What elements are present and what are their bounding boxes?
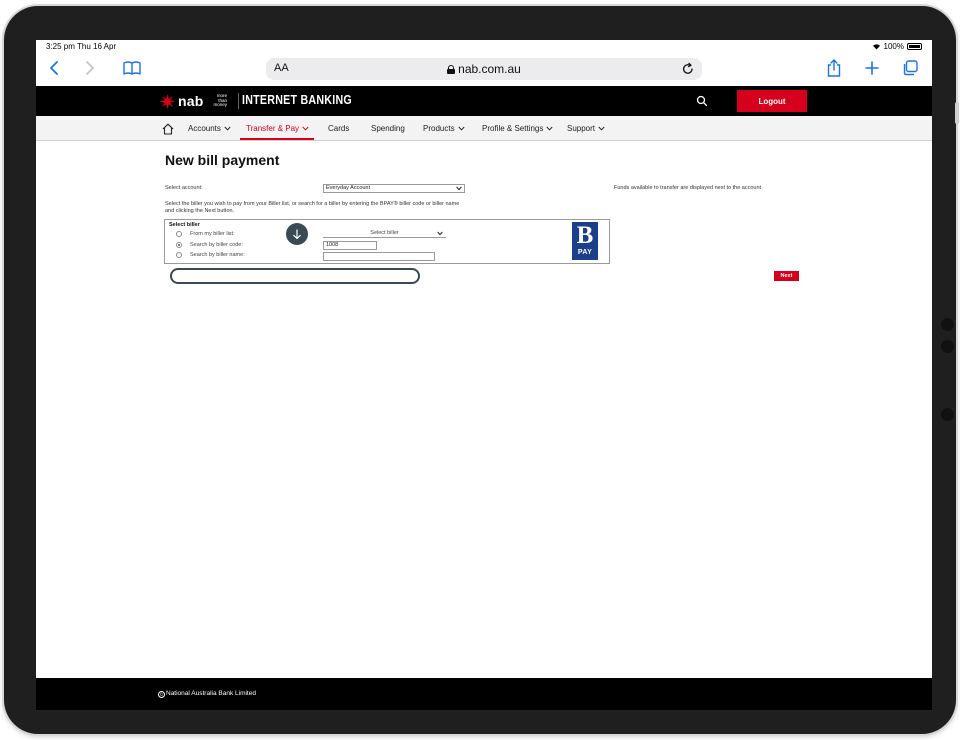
reload-icon[interactable]	[680, 61, 696, 77]
url-text: nab.com.au	[458, 62, 521, 76]
chevron-down-icon	[546, 126, 553, 131]
ipad-frame: 3:25 pm Thu 16 Apr 100% AA nab.com.au na…	[4, 6, 959, 734]
radio-label-biller-name: Search by biller name:	[190, 252, 245, 258]
bpay-logo: B PAY	[572, 222, 598, 260]
status-indicators: 100%	[872, 42, 922, 51]
battery-icon	[907, 43, 922, 50]
internet-banking-title: INTERNET BANKING	[242, 92, 352, 107]
brand-tagline: more than money	[213, 93, 228, 108]
site-header: nab more than money INTERNET BANKING Log…	[36, 86, 932, 116]
sensor-dot	[941, 408, 954, 421]
nav-products[interactable]: Products	[423, 124, 465, 133]
tabs-overview-icon[interactable]	[900, 58, 920, 78]
biller-code-input[interactable]: 1008	[323, 241, 377, 250]
page-title: New bill payment	[165, 152, 280, 168]
select-biller-heading: Select biller	[169, 222, 200, 228]
nav-cards[interactable]: Cards	[328, 124, 349, 133]
nab-logo[interactable]: nab more than money	[160, 93, 240, 109]
chevron-down-icon	[598, 126, 605, 131]
highlight-ring	[170, 268, 420, 284]
radio-label-biller-list: From my biller list:	[190, 231, 235, 237]
nav-profile-settings[interactable]: Profile & Settings	[482, 124, 553, 133]
logo-divider	[238, 93, 240, 109]
address-bar[interactable]: AA nab.com.au	[266, 58, 702, 80]
brand-name: nab	[178, 93, 204, 109]
nav-label: Spending	[371, 124, 405, 133]
bpay-pay: PAY	[577, 249, 593, 256]
biller-list-value: Select biller	[370, 230, 399, 236]
logout-button[interactable]: Logout	[737, 90, 807, 112]
down-arrow-icon	[286, 223, 308, 245]
footer-company: National Australia Bank Limited	[166, 690, 256, 697]
nav-support[interactable]: Support	[567, 124, 605, 133]
radio-label-biller-code: Search by biller code:	[190, 242, 243, 248]
tagline-line: money	[213, 102, 228, 108]
next-button[interactable]: Next	[774, 271, 799, 281]
biller-name-input[interactable]	[323, 252, 435, 261]
wifi-icon	[872, 43, 881, 50]
forward-icon[interactable]	[80, 58, 100, 78]
status-bar: 3:25 pm Thu 16 Apr 100%	[36, 40, 932, 52]
bookmarks-icon[interactable]	[122, 58, 142, 78]
url-display[interactable]: nab.com.au	[266, 62, 702, 76]
home-icon[interactable]	[162, 122, 174, 135]
chevron-down-icon	[224, 126, 231, 131]
volume-button	[955, 102, 959, 124]
nav-spending[interactable]: Spending	[371, 124, 405, 133]
nab-star-icon	[160, 93, 175, 109]
nav-accounts[interactable]: Accounts	[188, 124, 231, 133]
share-icon[interactable]	[824, 58, 844, 78]
nav-label: Transfer & Pay	[246, 124, 300, 133]
nav-label: Accounts	[188, 124, 221, 133]
nav-transfer-pay[interactable]: Transfer & Pay	[246, 124, 309, 133]
radio-search-by-code[interactable]	[176, 242, 182, 248]
nav-label: Profile & Settings	[482, 124, 544, 133]
status-time: 3:25 pm Thu 16 Apr	[46, 42, 117, 51]
select-account-label: Select account:	[165, 185, 203, 191]
funds-note: Funds available to transfer are displaye…	[614, 185, 762, 191]
battery-percent: 100%	[883, 42, 904, 51]
chevron-down-icon	[437, 231, 443, 236]
chevron-down-icon	[456, 186, 462, 191]
footer-text: © National Australia Bank Limited	[158, 690, 256, 698]
radio-search-by-name[interactable]	[176, 252, 182, 258]
chevron-down-icon	[458, 126, 465, 131]
screen: 3:25 pm Thu 16 Apr 100% AA nab.com.au na…	[36, 40, 932, 710]
safari-toolbar: AA nab.com.au	[36, 52, 932, 86]
back-icon[interactable]	[44, 58, 64, 78]
chevron-down-icon	[302, 126, 309, 131]
nav-label: Products	[423, 124, 455, 133]
radio-from-biller-list[interactable]	[176, 231, 182, 237]
site-footer: © National Australia Bank Limited	[36, 678, 932, 710]
sensor-dot	[941, 340, 954, 353]
account-select[interactable]: Everyday Account	[323, 184, 465, 193]
nav-label: Cards	[328, 124, 350, 133]
search-icon[interactable]	[696, 94, 708, 107]
lock-icon	[447, 65, 456, 74]
active-nav-underline	[240, 138, 314, 140]
select-biller-panel: Select biller From my biller list: Selec…	[164, 219, 610, 264]
biller-list-select[interactable]: Select biller	[323, 230, 446, 238]
bpay-b: B	[576, 222, 594, 249]
copyright-icon: ©	[158, 691, 165, 698]
biller-instructions: Select the biller you wish to pay from y…	[165, 201, 460, 214]
sensor-dot	[941, 318, 954, 331]
account-select-value: Everyday Account	[326, 185, 371, 191]
main-nav: Accounts Transfer & Pay Cards Spending P…	[36, 116, 932, 141]
nav-label: Support	[567, 124, 596, 133]
new-tab-icon[interactable]	[862, 58, 882, 78]
